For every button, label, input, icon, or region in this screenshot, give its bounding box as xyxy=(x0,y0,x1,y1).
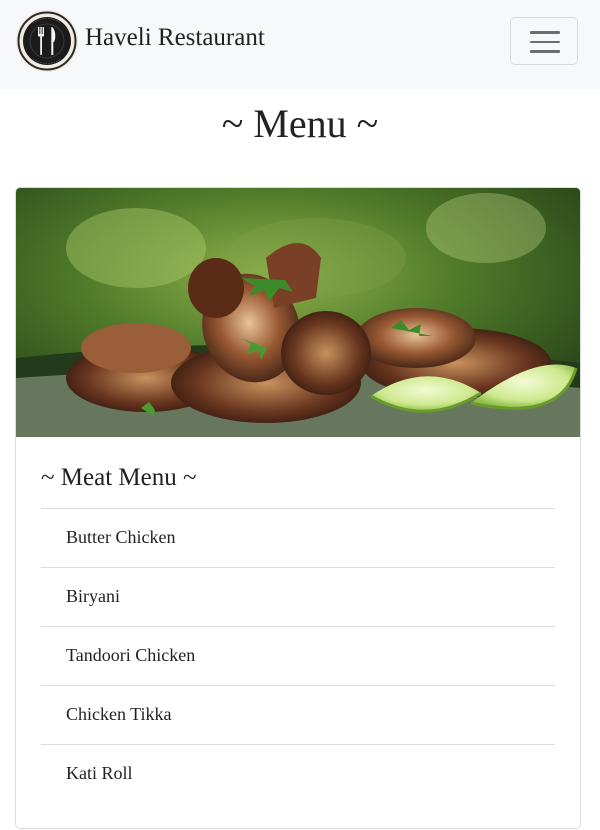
menu-item-tandoori-chicken[interactable]: Tandoori Chicken xyxy=(41,626,555,685)
navbar: Haveli Restaurant xyxy=(0,0,600,89)
meat-menu-list: Butter Chicken Biryani Tandoori Chicken … xyxy=(41,508,555,803)
menu-item-butter-chicken[interactable]: Butter Chicken xyxy=(41,508,555,567)
restaurant-logo-icon[interactable] xyxy=(15,9,79,73)
grilled-chicken-photo xyxy=(16,188,580,437)
meat-menu-card: ~ Meat Menu ~ Butter Chicken Biryani Tan… xyxy=(15,187,581,829)
hamburger-bar xyxy=(530,50,560,53)
menu-item-biryani[interactable]: Biryani xyxy=(41,567,555,626)
menu-item-chicken-tikka[interactable]: Chicken Tikka xyxy=(41,685,555,744)
hamburger-bar xyxy=(530,40,560,43)
hamburger-menu-icon xyxy=(530,31,560,34)
navbar-brand[interactable]: Haveli Restaurant xyxy=(85,24,265,52)
navbar-toggler-button[interactable] xyxy=(510,17,578,65)
page-title: ~ Menu ~ xyxy=(221,101,379,146)
menu-item-kati-roll[interactable]: Kati Roll xyxy=(41,744,555,803)
card-title: ~ Meat Menu ~ xyxy=(41,464,197,491)
